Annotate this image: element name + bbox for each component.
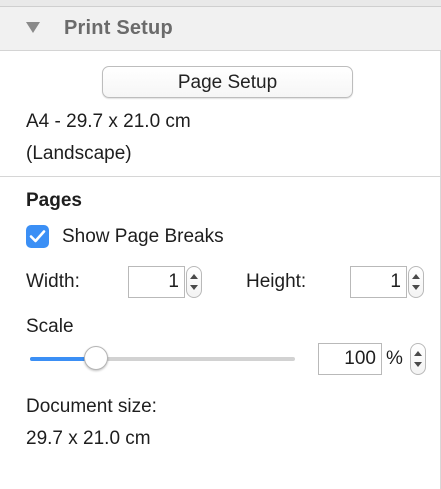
show-page-breaks-label[interactable]: Show Page Breaks <box>62 226 224 248</box>
width-stepper[interactable] <box>186 266 202 298</box>
show-page-breaks-checkbox[interactable] <box>26 225 49 248</box>
stepper-up-icon[interactable] <box>414 351 422 356</box>
top-separator <box>0 0 441 7</box>
height-stepper[interactable] <box>408 266 424 298</box>
pages-heading: Pages <box>26 190 82 211</box>
document-size-value: 29.7 x 21.0 cm <box>26 428 151 449</box>
width-label: Width: <box>26 271 80 292</box>
checkmark-icon <box>29 230 46 243</box>
stepper-up-icon[interactable] <box>412 274 420 279</box>
scale-slider-track[interactable] <box>30 357 295 361</box>
scale-stepper[interactable] <box>410 343 426 375</box>
section-divider <box>0 176 441 177</box>
scale-slider-knob[interactable] <box>84 346 109 370</box>
disclosure-triangle-icon[interactable] <box>26 22 40 33</box>
section-title: Print Setup <box>64 17 173 39</box>
scale-unit: % <box>386 348 403 369</box>
scale-field[interactable]: 100 <box>318 343 382 375</box>
page-setup-button[interactable]: Page Setup <box>102 66 353 98</box>
width-field[interactable]: 1 <box>128 266 185 298</box>
orientation-text: (Landscape) <box>26 143 132 164</box>
stepper-down-icon[interactable] <box>412 285 420 290</box>
document-size-label: Document size: <box>26 396 157 417</box>
stepper-down-icon[interactable] <box>190 285 198 290</box>
print-setup-panel: Print Setup Page Setup A4 - 29.7 x 21.0 … <box>0 0 441 489</box>
height-field[interactable]: 1 <box>350 266 407 298</box>
scale-label: Scale <box>26 316 74 337</box>
section-header[interactable]: Print Setup <box>0 7 441 51</box>
stepper-up-icon[interactable] <box>190 274 198 279</box>
height-label: Height: <box>246 271 307 292</box>
paper-size-text: A4 - 29.7 x 21.0 cm <box>26 111 191 132</box>
stepper-down-icon[interactable] <box>414 362 422 367</box>
